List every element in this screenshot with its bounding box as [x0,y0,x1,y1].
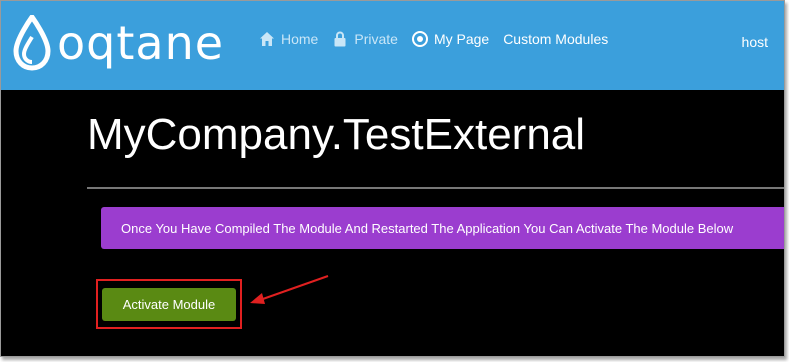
top-navbar: oqtane Home Private My Page Custom Modul… [1,1,784,90]
nav-item-label: Custom Modules [503,31,609,47]
highlight-box: Activate Module [96,279,242,329]
nav-item-private[interactable]: Private [332,31,398,47]
browser-frame: oqtane Home Private My Page Custom Modul… [0,0,785,357]
lock-icon [334,31,346,47]
home-icon [260,32,274,46]
divider [87,187,784,189]
alert-text: Once You Have Compiled The Module And Re… [121,220,734,236]
nav-item-home[interactable]: Home [259,31,318,47]
target-icon [411,31,428,47]
nav-item-my-page[interactable]: My Page [411,31,490,47]
nav-item-label: My Page [433,31,490,47]
nav-item-label: Private [354,31,398,47]
nav-item-label: Home [281,31,319,47]
activate-module-button[interactable]: Activate Module [102,288,236,321]
page-title: MyCompany.TestExternal [87,110,586,159]
droplet-logo-icon [13,15,51,71]
site-logo[interactable]: oqtane [13,15,238,71]
main-nav: Home Private My Page Custom Modules [259,28,622,50]
nav-item-custom-modules[interactable]: Custom Modules [503,31,608,47]
annotation-arrow-icon [250,275,329,304]
brand-name: oqtane [57,16,225,70]
info-alert: Once You Have Compiled The Module And Re… [101,207,784,249]
user-link[interactable]: host [742,34,768,50]
